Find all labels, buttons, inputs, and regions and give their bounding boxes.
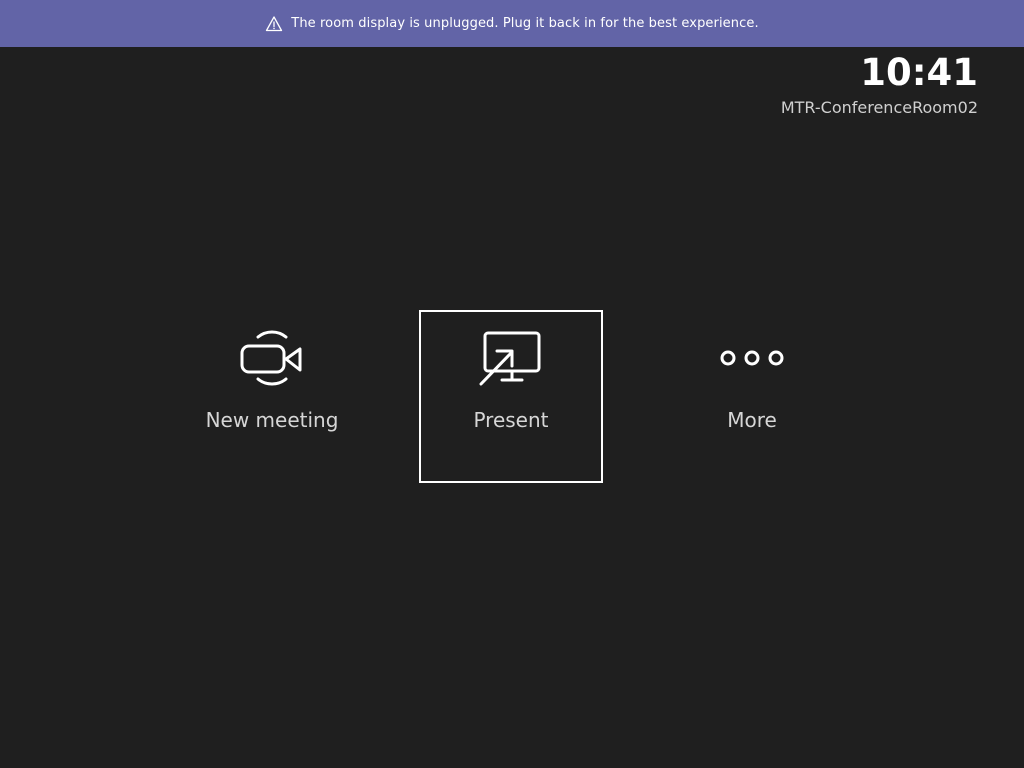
display-unplugged-banner: The room display is unplugged. Plug it b… xyxy=(0,0,1024,47)
more-label: More xyxy=(727,408,777,432)
video-camera-icon xyxy=(236,322,308,394)
more-dots-icon xyxy=(716,322,788,394)
action-tiles: New meeting Present More xyxy=(180,310,844,485)
new-meeting-button[interactable]: New meeting xyxy=(180,310,364,483)
new-meeting-label: New meeting xyxy=(205,408,339,432)
present-label: Present xyxy=(473,408,549,432)
more-button[interactable]: More xyxy=(660,310,844,483)
clock-time: 10:41 xyxy=(860,51,978,94)
room-console-home: The room display is unplugged. Plug it b… xyxy=(0,0,1024,768)
banner-message: The room display is unplugged. Plug it b… xyxy=(291,16,759,31)
present-button[interactable]: Present xyxy=(419,310,603,483)
present-screen-icon xyxy=(475,322,547,394)
warning-triangle-icon xyxy=(265,15,283,33)
room-name: MTR-ConferenceRoom02 xyxy=(780,98,978,117)
